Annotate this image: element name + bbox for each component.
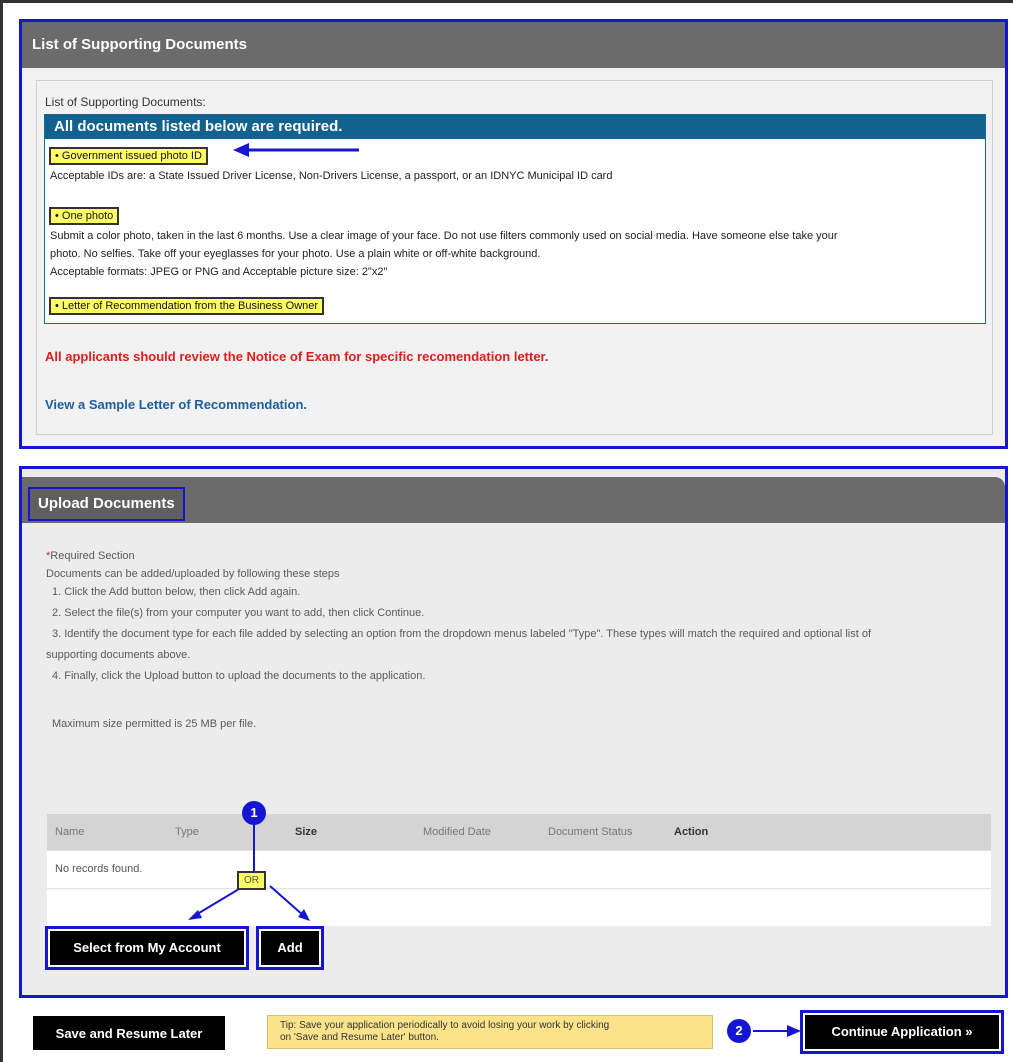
column-header-name[interactable]: Name [47,814,167,850]
required-section-text: Required Section [50,550,135,562]
upload-documents-title: Upload Documents [28,487,185,521]
step-1-badge: 1 [242,801,266,825]
upload-step-4: 4. Finally, click the Upload button to u… [52,670,426,682]
add-button[interactable]: Add [261,931,319,965]
or-label: OR [237,871,266,890]
doc-desc-photo-line2: photo. No selfies. Take off your eyeglas… [50,248,541,260]
tip-line-1: Tip: Save your application periodically … [280,1020,610,1031]
sample-letter-link[interactable]: View a Sample Letter of Recommendation. [45,397,307,412]
step-2-badge: 2 [727,1019,751,1043]
select-from-my-account-button[interactable]: Select from My Account [50,931,244,965]
max-size-note: Maximum size permitted is 25 MB per file… [52,718,257,730]
tip-line-2: on 'Save and Resume Later' button. [280,1032,439,1043]
continue-application-highlight: Continue Application » [800,1010,1004,1054]
required-documents-box: All documents listed below are required.… [44,114,986,324]
upload-step-3-cont: supporting documents above. [46,649,191,661]
column-header-modified-date[interactable]: Modified Date [415,814,540,850]
supporting-documents-content: List of Supporting Documents: All docume… [36,80,993,435]
tip-box: Tip: Save your application periodically … [267,1015,713,1049]
doc-desc-photo-line3: Acceptable formats: JPEG or PNG and Acce… [50,266,388,278]
page-canvas: List of Supporting Documents List of Sup… [0,0,1013,1062]
doc-tag-recommendation-letter: • Letter of Recommendation from the Busi… [49,297,325,315]
upload-step-1: 1. Click the Add button below, then clic… [52,586,301,598]
continue-application-button[interactable]: Continue Application » [805,1015,999,1049]
required-documents-header: All documents listed below are required. [45,115,985,139]
column-header-document-status[interactable]: Document Status [540,814,666,850]
add-highlight: Add [256,926,324,970]
upload-intro: Documents can be added/uploaded by follo… [46,568,340,580]
upload-step-3: 3. Identify the document type for each f… [52,628,872,640]
supporting-documents-header: List of Supporting Documents [22,22,1005,68]
pointer-arrow-icon [233,143,359,157]
upload-step-2: 2. Select the file(s) from your computer… [52,607,425,619]
doc-tag-photo-id: • Government issued photo ID [49,147,208,165]
list-label: List of Supporting Documents: [45,95,206,109]
upload-documents-header-bar: Upload Documents [22,477,1005,523]
required-section-label: *Required Section [46,547,996,565]
select-from-account-highlight: Select from My Account [45,926,249,970]
upload-documents-panel: Upload Documents *Required Section Docum… [19,466,1008,998]
arrow-right-icon [753,1025,801,1037]
column-header-action: Action [666,814,991,850]
doc-tag-one-photo: • One photo [49,207,120,225]
supporting-documents-panel: List of Supporting Documents List of Sup… [19,19,1008,449]
save-and-resume-later-button[interactable]: Save and Resume Later [33,1016,225,1050]
doc-desc-photo-line1: Submit a color photo, taken in the last … [50,230,838,242]
notice-of-exam-text: All applicants should review the Notice … [45,349,549,364]
doc-desc-photo-id: Acceptable IDs are: a State Issued Drive… [50,170,613,182]
